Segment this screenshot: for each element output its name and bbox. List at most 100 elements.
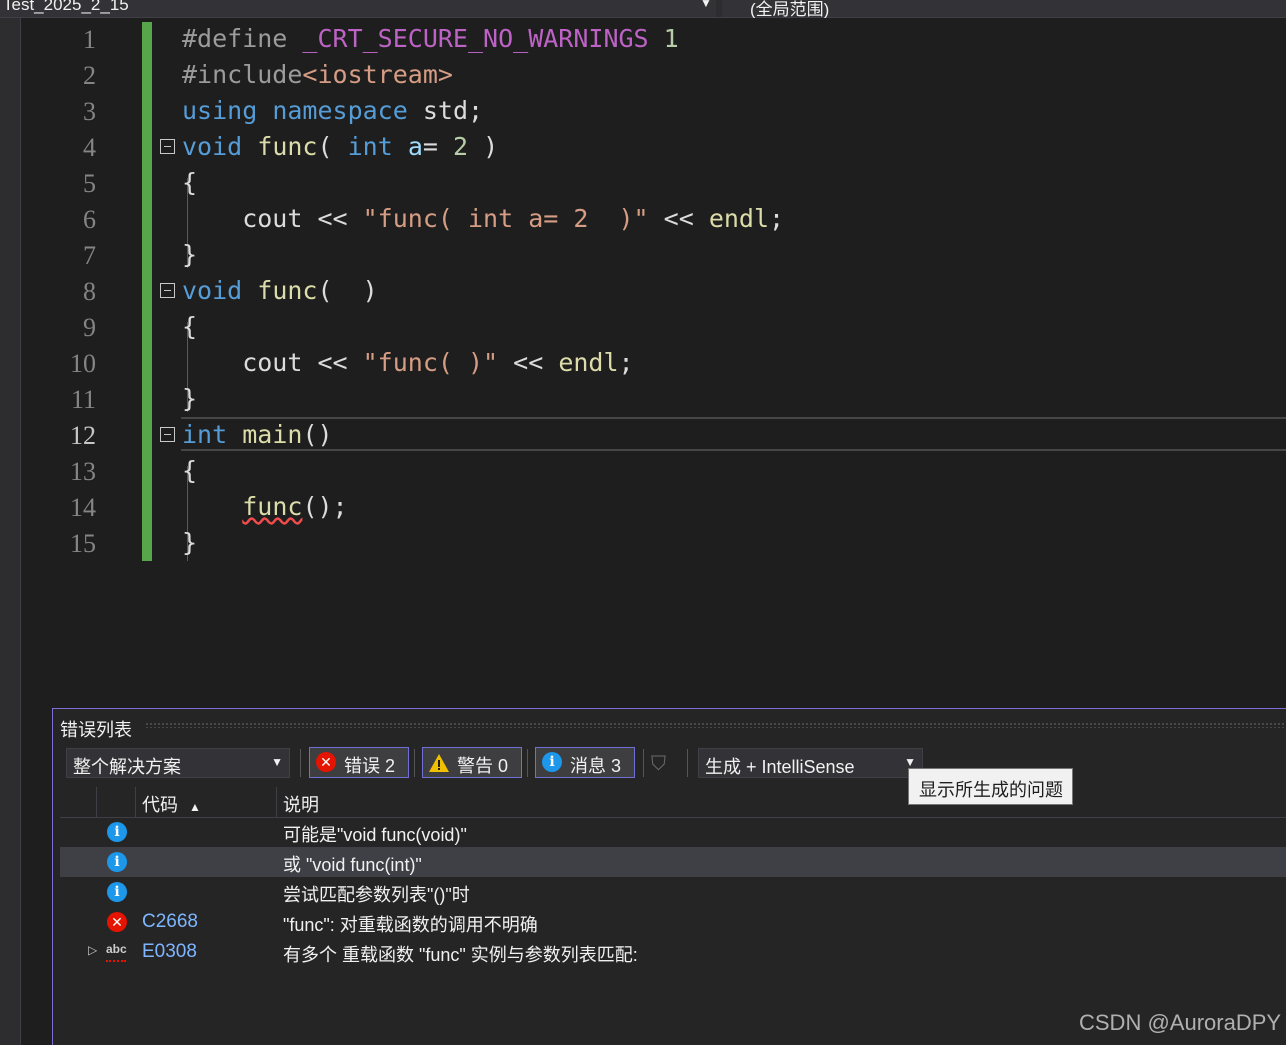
error-list-row-selected[interactable]: i 或 "void func(int)" — [60, 847, 1286, 877]
watermark: CSDN @AuroraDPY — [1079, 1010, 1282, 1035]
sort-ascending-icon: ▲ — [189, 800, 201, 814]
error-description: 可能是"void func(void)" — [283, 825, 467, 845]
error-list-row[interactable]: i 尝试匹配参数列表"()"时 — [60, 877, 1286, 907]
errors-filter-button[interactable]: ✕ 错误 2 — [309, 747, 409, 778]
code-text: #define _CRT_SECURE_NO_WARNINGS 1 — [182, 24, 679, 53]
file-dropdown-label: Test_2025_2_15 — [3, 0, 129, 14]
code-line: 13 { — [21, 454, 1286, 490]
warnings-filter-button[interactable]: 警告 0 — [422, 747, 522, 778]
error-icon: ✕ — [316, 752, 336, 772]
code-line: 8 void func( ) — [21, 274, 1286, 310]
code-line: 7 } — [21, 238, 1286, 274]
code-line: 1 #define _CRT_SECURE_NO_WARNINGS 1 — [21, 22, 1286, 58]
code-text: } — [182, 528, 198, 557]
code-text: int main() — [182, 420, 333, 449]
column-header-description[interactable]: 说明 — [283, 791, 319, 817]
error-description: 或 "void func(int)" — [283, 855, 422, 875]
code-text: #include<iostream> — [182, 60, 453, 89]
solution-scope-select[interactable]: 整个解决方案 ▼ — [66, 748, 290, 778]
build-intellisense-label: 生成 + IntelliSense — [705, 757, 855, 777]
line-number: 1 — [83, 25, 96, 54]
column-separator — [135, 787, 136, 817]
code-text: void func( int a= 2 ) — [182, 132, 499, 161]
code-text: func(); — [242, 492, 348, 521]
line-number: 10 — [70, 349, 96, 378]
line-number: 6 — [83, 205, 96, 234]
error-code[interactable]: C2668 — [142, 911, 198, 933]
solution-scope-label: 整个解决方案 — [73, 757, 181, 777]
scope-dropdown[interactable]: (全局范围) — [722, 0, 1286, 19]
info-icon: i — [107, 822, 127, 842]
code-line: 5 { — [21, 166, 1286, 202]
line-number: 5 — [83, 169, 96, 198]
collapse-icon[interactable] — [160, 283, 175, 298]
collapse-icon[interactable] — [160, 139, 175, 154]
collapse-icon[interactable] — [160, 427, 175, 442]
code-text: cout << "func( int a= 2 )" << endl; — [182, 204, 785, 233]
errors-filter-label: 错误 2 — [344, 756, 396, 776]
file-dropdown[interactable]: Test_2025_2_15 ▼ — [0, 0, 716, 17]
error-list-panel: 错误列表 整个解决方案 ▼ ✕ 错误 2 警告 0 i 消息 3 ⛉ 生成 + … — [52, 708, 1286, 1045]
toolbar-separator — [527, 749, 528, 777]
error-list-row[interactable]: ▷ abc E0308 有多个 重载函数 "func" 实例与参数列表匹配: — [60, 937, 1286, 967]
chevron-down-icon: ▼ — [700, 0, 712, 10]
code-text: { — [182, 456, 198, 485]
code-text: } — [182, 384, 198, 413]
messages-filter-button[interactable]: i 消息 3 — [535, 747, 635, 778]
code-line: 2 #include<iostream> — [21, 58, 1286, 94]
panel-drag-grip[interactable] — [145, 722, 1286, 728]
line-number: 14 — [70, 493, 96, 522]
code-line: 9 { — [21, 310, 1286, 346]
line-number: 12 — [70, 421, 96, 450]
toolbar-separator — [300, 749, 301, 777]
error-code[interactable]: E0308 — [142, 941, 197, 963]
error-list-row[interactable]: i 可能是"void func(void)" — [60, 817, 1286, 847]
line-number: 11 — [70, 385, 96, 414]
column-header-code-label: 代码 — [142, 795, 178, 815]
column-header-code[interactable]: 代码 ▲ — [142, 791, 201, 817]
code-line: 10 cout << "func( )" << endl; — [21, 346, 1286, 382]
left-tool-strip — [0, 18, 21, 1045]
build-intellisense-select[interactable]: 生成 + IntelliSense ▼ — [698, 748, 923, 778]
panel-title: 错误列表 — [60, 720, 132, 740]
line-number: 2 — [83, 61, 96, 90]
info-icon: i — [107, 852, 127, 872]
toolbar-separator — [643, 749, 644, 777]
column-separator — [276, 787, 277, 817]
code-line: 14 func(); — [21, 490, 1286, 526]
line-number: 13 — [70, 457, 96, 486]
error-list-header: 代码 ▲ 说明 — [60, 787, 1286, 818]
line-number: 7 — [83, 241, 96, 270]
line-number: 15 — [70, 529, 96, 558]
chevron-down-icon: ▼ — [271, 755, 283, 769]
code-editor[interactable]: 1 #define _CRT_SECURE_NO_WARNINGS 1 2 #i… — [21, 18, 1286, 708]
code-text: } — [182, 240, 198, 269]
code-text: { — [182, 168, 198, 197]
chevron-down-icon: ▼ — [904, 755, 916, 769]
error-description: 有多个 重载函数 "func" 实例与参数列表匹配: — [283, 945, 638, 965]
expand-arrow-icon[interactable]: ▷ — [88, 943, 97, 957]
toolbar-separator — [687, 749, 688, 777]
intellisense-abc-icon: abc — [106, 942, 127, 962]
error-list-row[interactable]: ✕ C2668 "func": 对重载函数的调用不明确 — [60, 907, 1286, 937]
line-number: 3 — [83, 97, 96, 126]
info-icon: i — [107, 882, 127, 902]
filter-funnel-icon[interactable]: ⛉ — [651, 753, 666, 776]
code-line: 4 void func( int a= 2 ) — [21, 130, 1286, 166]
code-text: cout << "func( )" << endl; — [182, 348, 634, 377]
code-text: void func( ) — [182, 276, 378, 305]
code-line: 15 } — [21, 526, 1286, 562]
code-line: 6 cout << "func( int a= 2 )" << endl; — [21, 202, 1286, 238]
scope-dropdown-label: (全局范围) — [750, 0, 830, 19]
warning-icon — [429, 754, 449, 772]
code-text: { — [182, 312, 198, 341]
info-icon: i — [542, 752, 562, 772]
code-line: 11 } — [21, 382, 1286, 418]
toolbar-separator — [414, 749, 415, 777]
line-number: 4 — [83, 133, 96, 162]
line-number: 8 — [83, 277, 96, 306]
messages-filter-label: 消息 3 — [570, 756, 622, 776]
error-icon: ✕ — [107, 912, 127, 932]
warnings-filter-label: 警告 0 — [457, 756, 509, 776]
line-number: 9 — [83, 313, 96, 342]
